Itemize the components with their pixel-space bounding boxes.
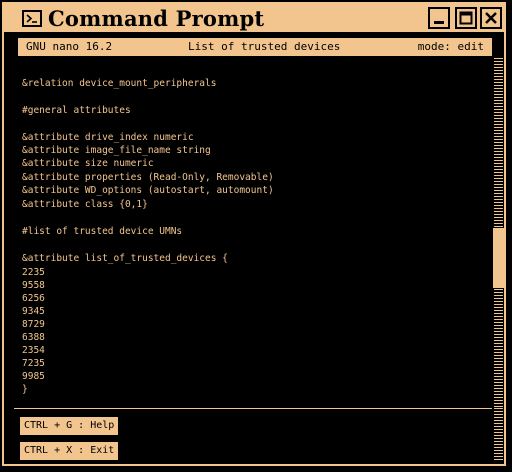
editor-line[interactable]: &attribute size numeric <box>22 158 154 170</box>
editor-line[interactable]: 7235 <box>22 358 45 370</box>
editor-line[interactable]: 9985 <box>22 371 45 383</box>
editor-line[interactable]: 2235 <box>22 267 45 279</box>
close-button[interactable] <box>480 7 502 29</box>
vertical-scrollbar[interactable] <box>493 58 504 408</box>
shortcut-bar: CTRL + G : Help CTRL + X : Exit <box>14 408 492 461</box>
file-title: List of trusted devices <box>188 40 341 53</box>
maximize-icon <box>459 11 473 25</box>
editor-line[interactable]: } <box>22 384 28 396</box>
bottom-scroll-track <box>494 408 503 462</box>
nano-header-bar: GNU nano 16.2 List of trusted devices mo… <box>18 38 492 56</box>
editor-line[interactable]: 8729 <box>22 319 45 331</box>
editor-line[interactable]: &attribute WD_options (autostart, automo… <box>22 185 274 197</box>
help-shortcut[interactable]: CTRL + G : Help <box>20 417 119 435</box>
window-title: Command Prompt <box>48 6 265 31</box>
title-bar[interactable]: Command Prompt <box>4 4 504 34</box>
editor-line[interactable]: #list of trusted device UMNs <box>22 226 182 238</box>
terminal-icon <box>22 10 42 27</box>
nano-version: GNU nano 16.2 <box>26 40 113 53</box>
exit-shortcut[interactable]: CTRL + X : Exit <box>20 442 119 460</box>
editor-line[interactable]: 6388 <box>22 332 45 344</box>
editor-line[interactable]: #general attributes <box>22 105 131 117</box>
editor-line[interactable]: &relation device_mount_peripherals <box>22 78 216 90</box>
editor-line[interactable]: &attribute properties (Read-Only, Remova… <box>22 172 274 184</box>
editor-line[interactable]: 2354 <box>22 345 45 357</box>
minimize-icon <box>434 21 444 24</box>
editor-line[interactable]: &attribute class {0,1} <box>22 199 148 211</box>
editor-line[interactable]: &attribute list_of_trusted_devices { <box>22 253 228 265</box>
maximize-button[interactable] <box>455 7 477 29</box>
terminal-window: Command Prompt GNU nano 16.2 List of tru… <box>2 2 506 466</box>
editor-text-area[interactable]: &relation device_mount_peripherals #gene… <box>18 60 488 400</box>
minimize-button[interactable] <box>428 7 450 29</box>
mode-indicator: mode: edit <box>417 40 484 53</box>
scrollbar-thumb[interactable] <box>493 228 504 288</box>
editor-line[interactable]: 9558 <box>22 280 45 292</box>
editor-line[interactable]: 6256 <box>22 293 45 305</box>
editor-line[interactable]: 9345 <box>22 306 45 318</box>
editor-line[interactable]: &attribute drive_index numeric <box>22 132 194 144</box>
editor-line[interactable]: &attribute image_file_name string <box>22 145 211 157</box>
close-icon <box>485 12 497 24</box>
